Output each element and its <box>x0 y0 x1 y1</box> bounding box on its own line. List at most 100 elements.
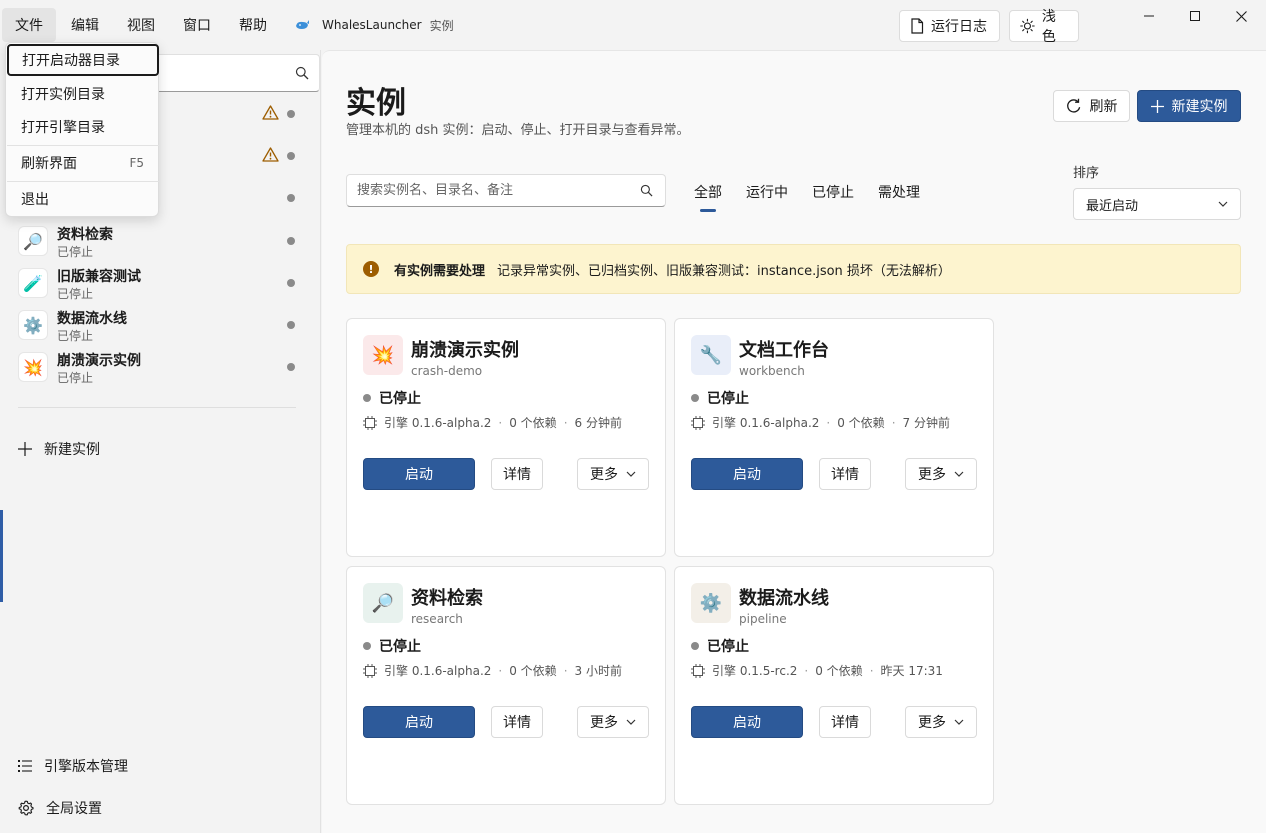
menu-view[interactable]: 视图 <box>114 8 168 42</box>
chevron-down-icon <box>626 471 636 477</box>
engine-version: 引擎 0.1.5-rc.2 <box>712 664 798 678</box>
menu-separator <box>7 145 159 146</box>
last-started: 7 分钟前 <box>902 416 950 430</box>
filter-tabs: 全部 运行中 已停止 需处理 <box>694 182 944 212</box>
new-instance-label: 新建实例 <box>1171 99 1228 115</box>
menu-item-label: 打开实例目录 <box>21 87 105 103</box>
menu-help[interactable]: 帮助 <box>226 8 280 42</box>
app-name: WhalesLauncher <box>322 18 422 32</box>
list-icon <box>18 760 32 772</box>
start-button[interactable]: 启动 <box>363 458 475 490</box>
gear-icon: ⚙️ <box>691 583 731 623</box>
card-status: 已停止 <box>363 388 421 408</box>
tab-attention[interactable]: 需处理 <box>878 182 920 212</box>
menu-refresh[interactable]: 刷新界面 F5 <box>6 147 158 179</box>
card-name: 文档工作台 <box>739 340 829 361</box>
menu-shortcut: F5 <box>129 156 144 170</box>
status-dot <box>691 394 699 402</box>
chevron-down-icon <box>954 471 964 477</box>
last-started: 6 分钟前 <box>574 416 622 430</box>
engine-version: 引擎 0.1.6-alpha.2 <box>712 416 820 430</box>
dependency-count: 0 个依赖 <box>815 664 863 678</box>
dependency-count: 0 个依赖 <box>509 416 557 430</box>
last-started: 昨天 17:31 <box>880 664 943 678</box>
details-button[interactable]: 详情 <box>491 458 543 490</box>
minimize-button[interactable] <box>1126 0 1172 32</box>
maximize-button[interactable] <box>1172 0 1218 32</box>
tab-stopped[interactable]: 已停止 <box>812 182 854 212</box>
magnifier-icon: 🔎 <box>18 226 48 256</box>
menu-file[interactable]: 文件 <box>2 8 56 42</box>
run-log-label: 运行日志 <box>931 19 987 35</box>
run-log-button[interactable]: 运行日志 <box>899 10 1000 42</box>
instance-state: 已停止 <box>57 329 94 343</box>
explosion-icon: 💥 <box>18 352 48 382</box>
sidebar-instance-legacy-test[interactable]: 🧪 旧版兼容测试 已停止 <box>18 266 300 301</box>
theme-toggle-button[interactable]: 浅色 <box>1009 9 1079 45</box>
start-button[interactable]: 启动 <box>691 458 803 490</box>
sidebar-settings[interactable]: 全局设置 <box>18 798 102 818</box>
status-text: 已停止 <box>379 639 421 655</box>
instance-name: 崩溃演示实例 <box>57 353 141 369</box>
engine-version: 引擎 0.1.6-alpha.2 <box>384 664 492 678</box>
sort-select[interactable]: 最近启动 <box>1073 188 1241 220</box>
menu-open-instance-dir[interactable]: 打开实例目录 <box>6 78 158 110</box>
instance-search <box>346 174 666 207</box>
more-button[interactable]: 更多 <box>577 458 649 490</box>
attention-banner: ! 有实例需要处理 记录异常实例、已归档实例、旧版兼容测试：instance.j… <box>346 244 1241 294</box>
tab-running[interactable]: 运行中 <box>746 182 788 212</box>
tab-all[interactable]: 全部 <box>694 182 722 212</box>
theme-label: 浅色 <box>1041 9 1056 45</box>
menu-item-label: 退出 <box>21 192 49 208</box>
menu-separator <box>7 181 159 182</box>
menu-open-launcher-dir[interactable]: 打开启动器目录 <box>7 44 159 76</box>
sun-icon <box>1020 18 1035 34</box>
details-button[interactable]: 详情 <box>491 706 543 738</box>
card-meta: 引擎 0.1.6-alpha.2 · 0 个依赖 · 3 小时前 <box>363 662 622 679</box>
refresh-icon <box>1066 98 1080 113</box>
more-button[interactable]: 更多 <box>577 706 649 738</box>
explosion-icon: 💥 <box>363 335 403 375</box>
menu-edit[interactable]: 编辑 <box>58 8 112 42</box>
status-dot <box>287 110 295 118</box>
settings-label: 全局设置 <box>46 801 102 817</box>
menu-window[interactable]: 窗口 <box>170 8 224 42</box>
close-button[interactable] <box>1218 0 1264 32</box>
instance-search-input[interactable] <box>347 175 627 206</box>
card-slug: workbench <box>739 364 805 378</box>
start-button[interactable]: 启动 <box>691 706 803 738</box>
sidebar-instance-crash-demo[interactable]: 💥 崩溃演示实例 已停止 <box>18 350 300 385</box>
details-button[interactable]: 详情 <box>819 458 871 490</box>
sidebar-new-instance[interactable]: 新建实例 <box>18 439 100 459</box>
chip-icon <box>363 415 377 430</box>
status-dot <box>691 642 699 650</box>
sidebar-instance-pipeline[interactable]: ⚙️ 数据流水线 已停止 <box>18 308 300 343</box>
plus-icon <box>18 442 32 456</box>
status-dot <box>363 642 371 650</box>
instance-card: 🔧 文档工作台 workbench 已停止 引擎 0.1.6-alpha.2 · … <box>674 318 994 557</box>
more-button[interactable]: 更多 <box>905 458 977 490</box>
status-dot <box>287 194 295 202</box>
menu-exit[interactable]: 退出 <box>6 183 158 215</box>
details-button[interactable]: 详情 <box>819 706 871 738</box>
refresh-button[interactable]: 刷新 <box>1053 90 1130 122</box>
card-slug: pipeline <box>739 612 787 626</box>
status-dot <box>287 152 295 160</box>
more-label: 更多 <box>590 715 618 731</box>
new-instance-button[interactable]: 新建实例 <box>1137 90 1241 122</box>
status-dot <box>287 363 295 371</box>
new-instance-label: 新建实例 <box>44 442 100 458</box>
start-button[interactable]: 启动 <box>363 706 475 738</box>
card-status: 已停止 <box>691 636 749 656</box>
menu-open-engine-dir[interactable]: 打开引擎目录 <box>6 111 158 143</box>
engine-version: 引擎 0.1.6-alpha.2 <box>384 416 492 430</box>
menu-item-label: 打开启动器目录 <box>22 53 120 69</box>
sort-value: 最近启动 <box>1086 198 1139 214</box>
instance-state: 已停止 <box>57 287 94 301</box>
more-button[interactable]: 更多 <box>905 706 977 738</box>
sidebar-engine-manager[interactable]: 引擎版本管理 <box>18 756 128 776</box>
file-menu-dropdown: 打开启动器目录 打开实例目录 打开引擎目录 刷新界面 F5 退出 <box>5 42 159 217</box>
instance-card: 💥 崩溃演示实例 crash-demo 已停止 引擎 0.1.6-alpha.2… <box>346 318 666 557</box>
chevron-down-icon <box>626 719 636 725</box>
sidebar-instance-research[interactable]: 🔎 资料检索 已停止 <box>18 224 300 259</box>
